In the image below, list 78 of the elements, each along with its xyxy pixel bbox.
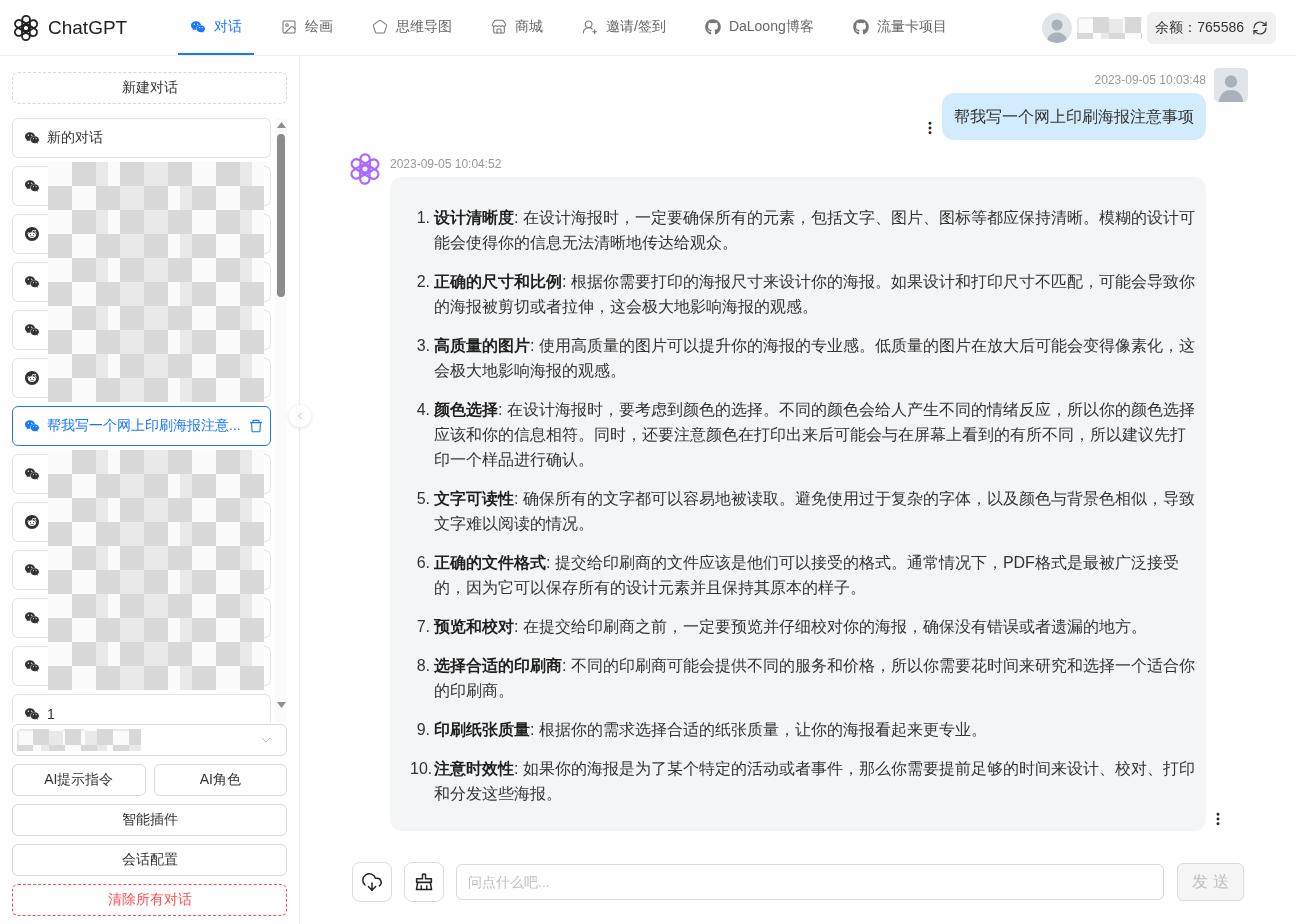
list-number: 7. (415, 617, 430, 637)
list-item-text: 文字可读性: 确保所有的文字都可以容易地被读取。避免使用过于复杂的字体，以及颜色与背景色相似，导致文字难以阅读的情况。 (434, 489, 1196, 534)
triangle-down-icon[interactable] (276, 702, 286, 708)
conversation-item[interactable]: 新的对话 (12, 118, 272, 158)
list-item-text: 预览和校对: 在提交给印刷商之前，一定要预览并仔细校对你的海报，确保没有错误或者遗漏的地方。 (434, 617, 1148, 637)
user-message-bubble: 帮我写一个网上印刷海报注意事项 (942, 93, 1206, 140)
list-item-text: 高质量的图片: 使用高质量的图片可以提升你的海报的专业感。低质量的图片在放大后可能会变得像素化，这会极大地影响海报的观感。 (434, 336, 1196, 381)
nav-tab[interactable]: 绘画 (269, 0, 345, 55)
logo-icon (12, 13, 40, 42)
clear-all-button[interactable]: 清除所有对话 (12, 884, 287, 916)
chat-bubbles-icon (24, 562, 40, 578)
list-number: 5. (415, 489, 430, 509)
chat-bubbles-icon (24, 178, 40, 194)
chat-bubbles-icon (24, 130, 40, 146)
brand-name: ChatGPT (48, 16, 128, 39)
list-item-text: 正确的尺寸和比例: 根据你需要打印的海报尺寸来设计你的海报。如果设计和打印尺寸不匹配，可能会导致你的海报被剪切或者拉伸，这会极大地影响海报的观感。 (434, 272, 1196, 317)
nav-tab[interactable]: 商城 (479, 0, 555, 55)
model-select[interactable] (12, 724, 287, 756)
list-number: 9. (415, 720, 430, 740)
chat-bubbles-icon (24, 322, 40, 338)
chat-bubbles-icon (24, 274, 40, 290)
prompt-button[interactable]: AI角色 (153, 764, 287, 796)
clear-button[interactable] (404, 862, 444, 902)
alien-face-icon (24, 514, 40, 530)
nav-tab[interactable]: 邀请/签到 (570, 0, 678, 55)
message-timestamp: 2023-09-05 10:03:48 (1094, 72, 1206, 89)
alien-face-icon (24, 370, 40, 386)
prompt-button[interactable]: AI提示指令 (12, 764, 146, 796)
conversation-item[interactable]: 帮我写一个网上印刷海报注意... (12, 406, 272, 446)
conversation-item[interactable]: 1 (12, 694, 272, 722)
github-icon (704, 18, 721, 35)
user-plus-icon (582, 18, 598, 35)
nav-tab[interactable]: DaLoong博客 (692, 0, 826, 55)
message-timestamp: 2023-09-05 10:04:52 (390, 156, 502, 173)
user-avatar (1214, 68, 1248, 102)
message-input[interactable]: 问点什么吧... (456, 864, 1164, 900)
list-number: 6. (415, 553, 430, 573)
chat-bubbles-icon (24, 706, 40, 722)
chat-bubbles-icon (24, 610, 40, 626)
list-number: 4. (415, 400, 430, 420)
list-item-text: 正确的文件格式: 提交给印刷商的文件应该是他们可以接受的格式。通常情况下，PDF格式是最被广泛接受的，因为它可以保存所有的设计元素并且保持其原本的样子。 (434, 553, 1180, 598)
list-number: 1. (415, 208, 430, 228)
chat-bubbles-icon (24, 658, 40, 674)
image-icon (281, 18, 297, 35)
list-number: 10. (410, 759, 430, 779)
chat-bubbles-icon (190, 18, 206, 35)
download-button[interactable] (352, 862, 392, 902)
nav-tab[interactable]: 流量卡项目 (840, 0, 959, 55)
nav-tab[interactable]: 思维导图 (360, 0, 464, 55)
github-icon (852, 18, 869, 35)
assistant-avatar (348, 152, 382, 186)
list-number: 3. (415, 336, 430, 356)
list-item-text: 选择合适的印刷商: 不同的印刷商可能会提供不同的服务和价格，所以你需要花时间来研究和选择一个适合你的印刷商。 (434, 656, 1196, 701)
cloud-download-icon (361, 871, 383, 893)
balance-text: 余额：765586 (1155, 18, 1244, 37)
list-number: 8. (415, 656, 430, 676)
collapse-button[interactable] (289, 405, 311, 427)
broom-icon (413, 871, 435, 893)
user-avatar (1042, 12, 1073, 43)
plugin-button[interactable]: 智能插件 (12, 804, 287, 836)
nav-tab[interactable]: 对话 (178, 0, 254, 55)
list-item-text: 设计清晰度: 在设计海报时，一定要确保所有的元素，包括文字、图片、图标等都应保持清晰。模糊的设计可能会使得你的信息无法清晰地传达给观众。 (434, 208, 1196, 253)
settings-button[interactable]: 会话配置 (12, 844, 287, 876)
triangle-up-icon[interactable] (276, 122, 286, 128)
list-number: 2. (415, 272, 430, 292)
scrollbar-thumb[interactable] (277, 134, 285, 297)
list-item-text: 注意时效性: 如果你的海报是为了某个特定的活动或者事件，那么你需要提前足够的时间来设计、校对、打印和分发这些海报。 (434, 759, 1196, 804)
store-icon (491, 18, 507, 35)
chat-bubbles-icon (24, 466, 40, 482)
trash-icon[interactable] (247, 418, 264, 434)
list-item-text: 颜色选择: 在设计海报时，要考虑到颜色的选择。不同的颜色会给人产生不同的情绪反应，所以你的颜色选择应该和你的信息相符。同时，还要注意颜色在打印出来后可能会与在屏幕上看到的有所不同，所以建议先打印一个样品进行确认。 (434, 400, 1196, 470)
alien-face-icon (24, 226, 40, 242)
list-item-text: 印刷纸张质量: 根据你的需求选择合适的纸张质量，让你的海报看起来更专业。 (434, 720, 988, 740)
refresh-icon[interactable] (1252, 19, 1268, 36)
chat-bubbles-icon (24, 418, 40, 434)
scrollbar-track[interactable] (275, 118, 287, 722)
new-chat-button[interactable]: 新建对话 (12, 72, 287, 104)
pentagon-icon (372, 18, 388, 35)
